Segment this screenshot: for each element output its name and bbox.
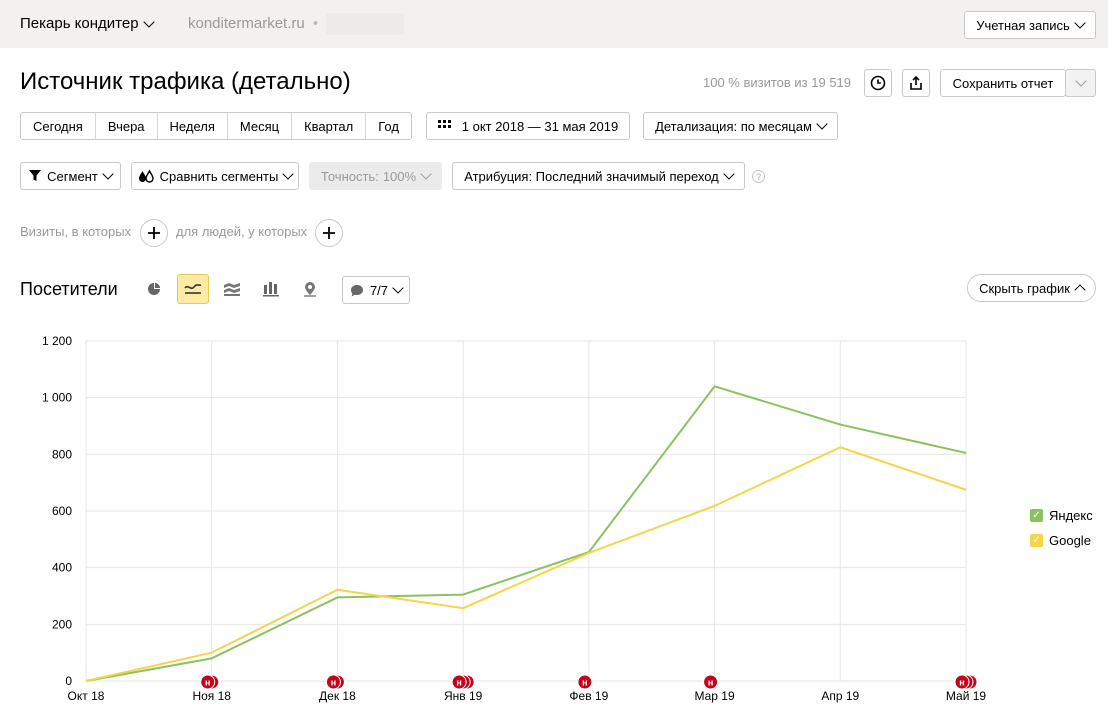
y-tick-label: 400	[52, 561, 72, 575]
x-tick-label: Мар 19	[694, 689, 734, 703]
legend-label: Яндекс	[1049, 508, 1093, 523]
annotation-marker-letter: н	[708, 678, 713, 688]
x-tick-label: Фев 19	[569, 689, 608, 703]
x-tick-label: Окт 18	[68, 689, 105, 703]
legend-item[interactable]: ✓ Яндекс	[1030, 503, 1093, 528]
series-line	[85, 385, 967, 682]
y-tick-label: 600	[52, 504, 72, 518]
x-tick-label: Ноя 18	[192, 689, 231, 703]
y-tick-label: 0	[65, 674, 72, 688]
visitors-line-chart: 0 200 400 600 800 1 000 1 200 Окт 18 Ноя 18 Дек 1…	[42, 334, 987, 703]
y-tick-label: 800	[52, 447, 72, 461]
legend-label: Google	[1049, 533, 1091, 548]
series-line	[85, 446, 967, 682]
annotation-marker-letter: н	[331, 678, 336, 688]
annotation-marker-letter: н	[582, 678, 587, 688]
x-tick-label: Апр 19	[821, 689, 859, 703]
annotation-marker-letter: н	[205, 678, 210, 688]
checkbox-checked-icon: ✓	[1030, 534, 1043, 547]
x-tick-label: Дек 18	[319, 689, 356, 703]
chart-legend: ✓ Яндекс ✓ Google	[1030, 503, 1093, 553]
annotation-marker-letter: н	[456, 678, 461, 688]
legend-item[interactable]: ✓ Google	[1030, 528, 1093, 553]
y-tick-label: 1 000	[42, 391, 72, 405]
x-tick-label: Янв 19	[444, 689, 483, 703]
x-tick-label: Май 19	[946, 689, 987, 703]
y-tick-label: 1 200	[42, 334, 72, 348]
y-tick-label: 200	[52, 617, 72, 631]
annotation-marker-letter: н	[959, 678, 964, 688]
checkbox-checked-icon: ✓	[1030, 509, 1043, 522]
